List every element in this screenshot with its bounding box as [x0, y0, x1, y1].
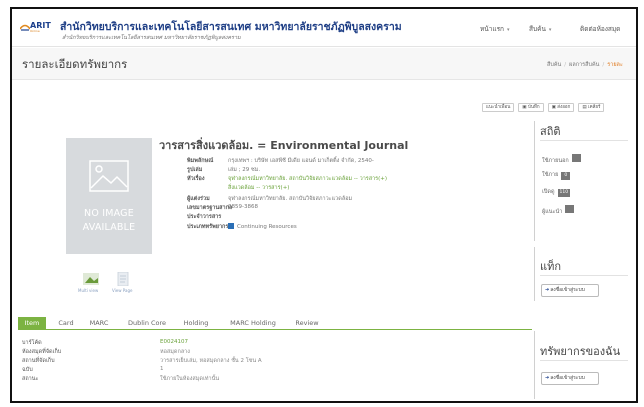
nav-home[interactable]: หน้าแรก ▾: [480, 24, 510, 34]
holding-label: บาร์โค้ด: [22, 340, 42, 346]
page-title-bar: รายละเอียดทรัพยากร สืบค้น / ผลการสืบค้น / รา…: [12, 48, 636, 80]
holding-label: ห้องสมุดที่จัดเก็บ: [22, 349, 62, 355]
subject-link[interactable]: จุฬาลงกรณ์มหาวิทยาลัย. สถาบันวิจัยสภาวะแ…: [228, 175, 387, 183]
stat-external: ใช้ภายนอก: [542, 154, 581, 165]
holding-value: วารสารเย็บเล่ม, หอสมุดกลาง ชั้น 2 โซน A: [160, 358, 262, 364]
breadcrumb-results[interactable]: ผลการสืบค้น: [569, 62, 599, 68]
sidebar-divider: [534, 331, 535, 399]
browser-frame: ARIT Online สำนักวิทยบริการและเทคโนโลยีส…: [10, 7, 638, 403]
nav-search[interactable]: สืบค้น ▾: [529, 24, 551, 34]
stat-badge: [571, 154, 581, 162]
tab-holding[interactable]: Holding: [178, 317, 214, 329]
stat-badge: 0: [561, 172, 571, 180]
holding-label: สถานะ: [22, 376, 39, 382]
sidebar-divider: [534, 247, 535, 301]
divider: [540, 140, 628, 141]
stats-heading: สถิติ: [540, 125, 561, 138]
holding-value: 1: [160, 366, 164, 372]
stat-recommend: ผู้แนะนำ: [542, 205, 575, 216]
stat-label: เปิดดู: [542, 189, 555, 195]
field-label: พิมพลักษณ์: [187, 158, 214, 164]
site-header: ARIT Online สำนักวิทยบริการและเทคโนโลยีส…: [12, 9, 636, 47]
nav-search-label: สืบค้น: [529, 25, 546, 33]
tags-login-button[interactable]: ➜ลงชื่อเข้าสู่ระบบ: [541, 284, 599, 297]
chevron-down-icon: ▾: [507, 27, 510, 33]
nav-home-label: หน้าแรก: [480, 25, 504, 33]
stat-internal: ใช้ภาย 0: [542, 171, 571, 180]
save-button[interactable]: ▣ บันทึก: [518, 103, 544, 112]
page-title: รายละเอียดทรัพยากร: [22, 57, 128, 71]
image-icon: [89, 160, 129, 192]
stat-badge: [565, 205, 575, 213]
field-label: หัวเรื่อง: [187, 176, 205, 182]
field-value: Continuing Resources: [228, 223, 297, 230]
tab-item[interactable]: Item: [18, 317, 46, 329]
breadcrumb-search[interactable]: สืบค้น: [547, 62, 561, 68]
field-label: ผู้แต่งร่วม: [187, 196, 210, 202]
holding-label: ฉบับ: [22, 367, 33, 373]
clear-button[interactable]: ▤ เคลียร์: [578, 103, 605, 112]
tab-review[interactable]: Review: [289, 317, 325, 329]
site-subtitle: สำนักวิทยบริการและเทคโนโลยีสารสนเทศ มหาว…: [62, 35, 241, 41]
nav-contact-label: ติดต่อห้องสมุด: [580, 25, 621, 33]
holding-label: สถานที่จัดเก็บ: [22, 358, 55, 364]
tab-marc-holding[interactable]: MARC Holding: [221, 317, 285, 329]
field-label: ประจำวารสาร: [187, 214, 222, 220]
no-image-text-1: NO IMAGE: [84, 208, 134, 219]
stat-label: ผู้แนะนำ: [542, 209, 563, 215]
record-tabs: Item Card MARC Dublin Core Holding MARC …: [18, 317, 532, 330]
stat-label: ใช้ภายนอก: [542, 158, 569, 164]
holding-value: ใช้ภายในห้องสมุดเท่านั้น: [160, 376, 220, 382]
continuing-resource-icon: [228, 223, 234, 229]
field-value: กรุงเทพฯ : บริษัท เอสพีซี มีเดีย แอนด์ ม…: [228, 158, 374, 164]
logo-sub: Online: [30, 29, 40, 33]
field-label: ประเภททรัพยากร: [187, 224, 229, 230]
my-resources-login-button[interactable]: ➜ลงชื่อเข้าสู่ระบบ: [541, 372, 599, 385]
login-label: ลงชื่อเข้าสู่ระบบ: [550, 375, 585, 381]
save-label: บันทึก: [527, 105, 540, 110]
tab-dublin-core[interactable]: Dublin Core: [120, 317, 174, 329]
multi-view-icon[interactable]: [82, 272, 100, 286]
recommend-button[interactable]: แนะนำเพื่อน: [482, 103, 515, 112]
resource-type-text: Continuing Resources: [237, 224, 297, 230]
sidebar-divider: [534, 121, 535, 241]
site-logo[interactable]: ARIT Online: [20, 20, 58, 34]
field-value: เล่ม ; 29 ซม.: [228, 167, 261, 173]
cover-image-placeholder: NO IMAGE AVAILABLE: [66, 138, 152, 254]
holding-value: หอสมุดกลาง: [160, 349, 190, 355]
no-image-text-2: AVAILABLE: [82, 222, 136, 233]
field-label: เลขมาตรฐานสากล: [187, 205, 233, 211]
record-actions: แนะนำเพื่อน ▣ บันทึก ▣ ส่งออก ▤ เคลียร์: [482, 103, 608, 113]
divider: [540, 360, 628, 361]
field-label: รูปเล่ม: [187, 167, 203, 173]
chevron-down-icon: ▾: [548, 27, 552, 33]
tab-card[interactable]: Card: [52, 317, 80, 329]
multi-view-label[interactable]: Multi view: [78, 288, 98, 293]
logo-mark-icon: [20, 24, 30, 31]
field-value: จุฬาลงกรณ์มหาวิทยาลัย. สถาบันวิจัยสภาวะแ…: [228, 196, 353, 202]
sign-in-icon: ➜: [545, 375, 550, 381]
divider: [540, 275, 628, 276]
tags-heading: แท็ก: [540, 260, 562, 273]
barcode-link[interactable]: E0024107: [160, 339, 188, 345]
breadcrumb-current: รายละ: [607, 62, 623, 68]
export-button[interactable]: ▣ ส่งออก: [547, 103, 575, 112]
stat-views: เปิดดู 110: [542, 188, 571, 197]
login-label: ลงชื่อเข้าสู่ระบบ: [550, 287, 585, 293]
site-title: สำนักวิทยบริการและเทคโนโลยีสารสนเทศ มหาว…: [60, 21, 402, 33]
stat-badge: 110: [557, 189, 571, 197]
view-page-icon[interactable]: [114, 272, 132, 286]
stat-label: ใช้ภาย: [542, 172, 559, 178]
export-label: ส่งออก: [557, 105, 571, 110]
record-title: วารสารสิ่งแวดล้อม. = Environmental Journ…: [159, 139, 409, 152]
tab-marc[interactable]: MARC: [84, 317, 114, 329]
clear-label: เคลียร์: [588, 105, 601, 110]
my-resources-heading: ทรัพยากรของฉัน: [540, 345, 621, 358]
nav-contact[interactable]: ติดต่อห้องสมุด: [580, 24, 620, 34]
view-page-label[interactable]: View Page: [112, 288, 132, 293]
field-value: 0859-3868: [228, 204, 258, 210]
breadcrumb: สืบค้น / ผลการสืบค้น / รายละ: [547, 62, 623, 68]
subject-link[interactable]: สิ่งแวดล้อม -- วารสาร(+): [228, 184, 289, 192]
sign-in-icon: ➜: [545, 287, 550, 293]
